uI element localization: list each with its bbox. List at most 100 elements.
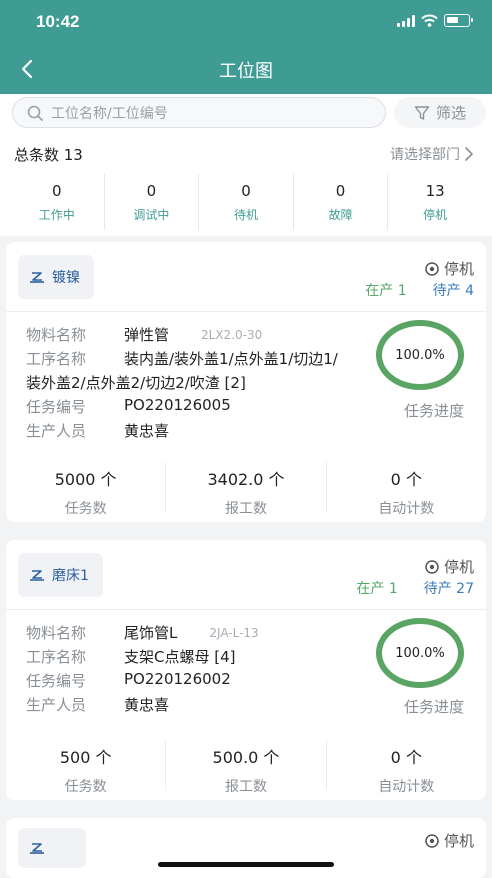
machine-icon: [30, 272, 44, 283]
card-header: 磨床1 停机 在产 1 待产 27: [6, 540, 486, 610]
field-value: 黄忠喜: [124, 696, 170, 714]
filter-icon: [414, 105, 430, 120]
task-count: 5000 个 任务数: [6, 462, 167, 517]
stat-standby[interactable]: 0 待机: [199, 174, 294, 230]
foot-value: 3402.0 个: [207, 470, 285, 489]
field-key: 物料名称: [26, 624, 87, 642]
field-key: 生产人员: [26, 696, 87, 714]
eye-icon: [425, 833, 439, 848]
task-number-row: 任务编号 PO220126005: [26, 396, 231, 417]
machine-tag: 磨床1: [18, 553, 103, 597]
foot-label: 任务数: [64, 501, 107, 517]
foot-label: 自动计数: [378, 501, 435, 517]
field-key: 物料名称: [26, 326, 87, 344]
field-value: PO220126002: [124, 670, 231, 688]
stat-value: 0: [335, 182, 346, 200]
progress-label: 任务进度: [403, 698, 464, 716]
workstation-card-partial[interactable]: 停机: [6, 818, 486, 878]
foot-label: 自动计数: [378, 779, 435, 795]
signal-icon: [397, 14, 415, 27]
stat-value: 13: [425, 182, 445, 200]
report-count: 3402.0 个 报工数: [166, 462, 327, 517]
stat-label: 调试中: [133, 208, 170, 222]
auto-count: 0 个 自动计数: [327, 462, 486, 517]
status-stats: 0 工作中 0 调试中 0 待机 0 故障 13 停机: [10, 174, 482, 230]
progress-value: 100.0%: [395, 645, 445, 661]
task-number-row: 任务编号 PO220126002: [26, 670, 231, 691]
stat-label: 停机: [423, 208, 448, 222]
filter-button[interactable]: 筛选: [394, 97, 486, 128]
stat-stopped[interactable]: 13 停机: [388, 174, 482, 230]
field-value-continued: 装外盖2/点外盖2/切边2/吹渣 [2]: [26, 374, 246, 392]
stat-label: 工作中: [38, 208, 75, 222]
field-key: 生产人员: [26, 422, 87, 440]
department-select[interactable]: 请选择部门: [390, 144, 474, 164]
machine-status-label: 停机: [443, 260, 474, 278]
progress-ring: 100.0%: [376, 320, 464, 390]
status-icons: [397, 14, 473, 27]
progress-ring: 100.0%: [376, 618, 464, 688]
card-footer: 5000 个 任务数 3402.0 个 报工数 0 个 自动计数: [6, 452, 486, 522]
stat-label: 待机: [233, 208, 258, 222]
machine-status-label: 停机: [443, 558, 474, 576]
stat-debugging[interactable]: 0 调试中: [105, 174, 200, 230]
waiting-count: 待产 4: [432, 283, 474, 299]
waiting-count: 待产 27: [423, 581, 474, 597]
material-row: 物料名称 弹性管 2LX2.0-30: [26, 324, 262, 345]
operator-row: 生产人员 黄忠喜: [26, 420, 169, 441]
filter-label: 筛选: [435, 104, 466, 122]
production-counts: 在产 1 待产 4: [365, 280, 474, 300]
field-value: 黄忠喜: [124, 422, 170, 440]
auto-count: 0 个 自动计数: [327, 740, 486, 795]
field-key: 任务编号: [26, 398, 87, 416]
machine-icon: [30, 570, 44, 581]
machine-name: 镀镍: [52, 270, 80, 286]
home-indicator[interactable]: [158, 862, 334, 867]
report-count: 500.0 个 报工数: [166, 740, 327, 795]
process-row: 工序名称 装内盖/装外盖1/点外盖1/切边1/: [26, 348, 338, 369]
foot-label: 任务数: [64, 779, 107, 795]
machine-status: 停机: [424, 830, 474, 851]
foot-value: 500 个: [59, 748, 112, 767]
workstation-card[interactable]: 磨床1 停机 在产 1 待产 27 物料名称 尾饰管L 2JA-L-13 工序名…: [6, 540, 486, 800]
machine-icon: [30, 843, 44, 854]
workstation-card[interactable]: 镀镍 停机 在产 1 待产 4 物料名称 弹性管 2LX2.0-30 工序名称 …: [6, 242, 486, 522]
stat-working[interactable]: 0 工作中: [10, 174, 105, 230]
field-value: 支架C点螺母 [4]: [124, 648, 236, 666]
foot-value: 5000 个: [54, 470, 117, 489]
card-footer: 500 个 任务数 500.0 个 报工数 0 个 自动计数: [6, 730, 486, 800]
card-body: 物料名称 尾饰管L 2JA-L-13 工序名称 支架C点螺母 [4] 任务编号 …: [6, 610, 486, 730]
material-code: 2JA-L-13: [209, 625, 259, 640]
foot-value: 0 个: [390, 748, 422, 767]
search-row: 工位名称/工位编号 筛选: [0, 94, 492, 136]
machine-name: 磨床1: [52, 568, 89, 584]
status-time: 10:42: [36, 12, 80, 31]
machine-status: 停机: [424, 258, 474, 279]
in-production-count: 在产 1: [356, 581, 398, 597]
machine-status-label: 停机: [443, 832, 474, 850]
machine-tag: 镀镍: [18, 255, 94, 299]
total-count: 总条数 13: [14, 146, 83, 164]
machine-tag: [18, 828, 86, 868]
field-key: 工序名称: [26, 350, 87, 368]
operator-row: 生产人员 黄忠喜: [26, 694, 169, 715]
material-code: 2LX2.0-30: [201, 327, 263, 342]
chevron-right-icon: [465, 147, 474, 161]
in-production-count: 在产 1: [365, 283, 407, 299]
field-value: 装内盖/装外盖1/点外盖1/切边1/: [124, 350, 338, 368]
stat-value: 0: [52, 182, 62, 200]
nav-bar: 工位图: [0, 44, 492, 94]
search-input[interactable]: 工位名称/工位编号: [12, 97, 386, 128]
production-counts: 在产 1 待产 27: [356, 578, 474, 598]
status-bar: 10:42: [0, 0, 492, 44]
card-body: 物料名称 弹性管 2LX2.0-30 工序名称 装内盖/装外盖1/点外盖1/切边…: [6, 312, 486, 452]
stat-value: 0: [146, 182, 157, 200]
department-select-label: 请选择部门: [390, 147, 460, 163]
machine-status: 停机: [424, 556, 474, 577]
stat-fault[interactable]: 0 故障: [294, 174, 389, 230]
search-icon: [27, 105, 43, 121]
stat-label: 故障: [328, 208, 353, 222]
foot-value: 500.0 个: [212, 748, 280, 767]
progress-value: 100.0%: [395, 347, 445, 363]
eye-icon: [425, 559, 439, 574]
